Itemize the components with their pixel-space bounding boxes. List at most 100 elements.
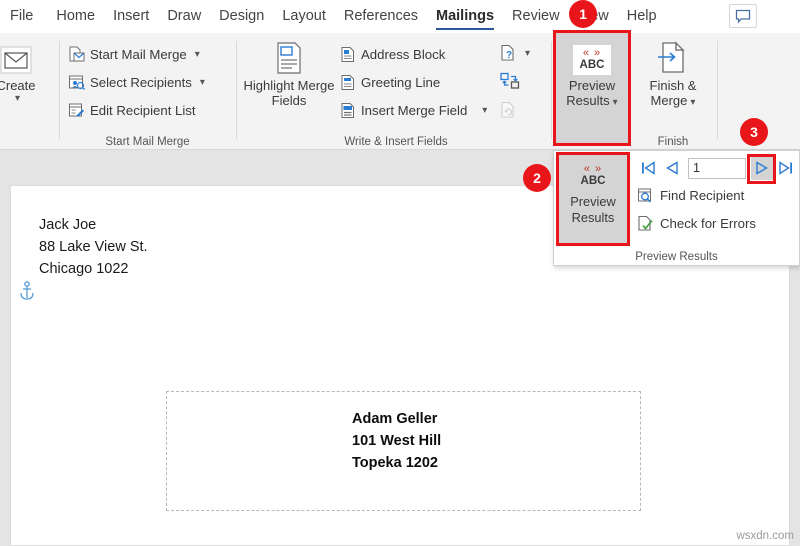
callout-badge-3-label: 3: [750, 124, 758, 140]
tab-draw[interactable]: Draw: [158, 0, 210, 33]
create-button[interactable]: Create ▾: [0, 39, 52, 104]
finish-and-merge-label: Finish & Merge ▾: [649, 78, 697, 108]
ribbon-group-write-insert-fields: Highlight Merge Fields Address Block Gre…: [237, 33, 555, 150]
preview-results-ribbon-button[interactable]: « » ABC Preview Results ▾: [556, 33, 628, 143]
tab-design-label: Design: [219, 8, 265, 24]
tab-home[interactable]: Home: [47, 0, 104, 33]
panel-preview-results-label: Preview Results: [570, 194, 616, 225]
start-mail-merge-group-label: Start Mail Merge: [105, 136, 190, 148]
tab-mailings[interactable]: Mailings: [427, 0, 503, 33]
check-for-errors-icon: [638, 215, 653, 231]
comment-icon: [735, 9, 751, 24]
highlight-merge-fields-button[interactable]: Highlight Merge Fields: [243, 39, 335, 108]
greeting-line-label: Greeting Line: [361, 74, 441, 90]
recipient-address-line2: 101 West Hill: [352, 433, 442, 449]
recipient-address-line3: Topeka 1202: [352, 455, 438, 471]
abc-preview-icon: « » ABC: [573, 45, 611, 75]
finish-and-merge-button[interactable]: Finish & Merge ▾: [637, 39, 709, 110]
return-address-line3: Chicago 1022: [39, 261, 129, 277]
tab-help-label: Help: [626, 8, 657, 24]
first-record-button[interactable]: [637, 156, 659, 180]
ribbon-group-finish: Finish & Merge ▾ Finish: [632, 33, 714, 150]
insert-merge-field-chevron-down-icon[interactable]: ▾: [482, 105, 487, 116]
tab-file[interactable]: File: [0, 0, 47, 33]
tab-layout-label: Layout: [282, 8, 326, 24]
address-block-label: Address Block: [361, 46, 446, 62]
return-address: Jack Joe 88 Lake View St. Chicago 1022: [39, 214, 148, 280]
group-divider: [551, 41, 552, 139]
last-record-button[interactable]: [775, 156, 797, 180]
finish-and-merge-icon: [656, 39, 690, 75]
start-mail-merge-icon: [69, 46, 85, 61]
previous-record-icon: [666, 161, 678, 175]
last-record-icon: [779, 161, 792, 175]
tab-insert-label: Insert: [113, 8, 150, 24]
panel-preview-results-button[interactable]: « » ABC Preview Results: [559, 155, 627, 243]
start-mail-merge-chevron-down-icon[interactable]: ▾: [195, 49, 200, 60]
greeting-line-button[interactable]: Greeting Line: [340, 71, 440, 93]
address-block-icon: [341, 46, 354, 62]
panel-abc-arrows: « »: [583, 163, 603, 176]
tab-insert[interactable]: Insert: [104, 0, 158, 33]
rules-button[interactable]: ? ▾: [500, 42, 530, 64]
callout-badge-2-label: 2: [533, 170, 541, 186]
check-for-errors-button[interactable]: Check for Errors: [637, 215, 756, 232]
tab-layout[interactable]: Layout: [273, 0, 335, 33]
record-number-input[interactable]: 1: [688, 157, 746, 179]
create-chevron-down-icon[interactable]: ▾: [15, 93, 20, 104]
match-fields-button[interactable]: [500, 70, 520, 92]
find-recipient-button[interactable]: Find Recipient: [637, 187, 744, 204]
start-mail-merge-button[interactable]: Start Mail Merge ▾: [68, 43, 200, 65]
callout-badge-1: 1: [569, 0, 597, 28]
address-block-button[interactable]: Address Block: [340, 43, 445, 65]
next-record-icon: [756, 161, 768, 175]
first-record-icon: [642, 161, 655, 175]
ribbon-tab-bar: File Home Insert Draw Design Layout Refe…: [0, 0, 800, 33]
highlight-merge-fields-icon: [273, 39, 305, 75]
word-window: File Home Insert Draw Design Layout Refe…: [0, 0, 800, 546]
tab-design[interactable]: Design: [210, 0, 273, 33]
update-labels-icon: [501, 101, 514, 118]
return-address-line2: 88 Lake View St.: [39, 239, 148, 255]
tab-home-label: Home: [56, 8, 96, 24]
previous-record-button[interactable]: [661, 156, 683, 180]
insert-merge-field-button[interactable]: Insert Merge Field ▾: [340, 99, 487, 121]
select-recipients-label: Select Recipients: [90, 74, 192, 90]
update-labels-button: [500, 99, 517, 121]
recipient-address-box[interactable]: Adam Geller 101 West Hill Topeka 1202: [166, 391, 641, 511]
ribbon-group-start-mail-merge: Start Mail Merge ▾ Select Recipients ▾ E…: [60, 33, 235, 150]
select-recipients-chevron-down-icon[interactable]: ▾: [200, 77, 205, 88]
abc-preview-text: ABC: [579, 59, 605, 72]
tab-review[interactable]: Review: [503, 0, 569, 33]
create-button-label: Create: [0, 78, 36, 93]
tab-review-label: Review: [512, 8, 560, 24]
anchor-icon: [19, 281, 35, 306]
envelope-icon: [0, 39, 33, 75]
preview-results-chevron-down-icon[interactable]: ▾: [613, 97, 618, 108]
select-recipients-button[interactable]: Select Recipients ▾: [68, 71, 205, 93]
match-fields-icon: [500, 72, 520, 89]
write-insert-fields-group-label: Write & Insert Fields: [344, 136, 448, 148]
callout-badge-3: 3: [740, 118, 768, 146]
tab-references-label: References: [343, 8, 419, 24]
comments-button[interactable]: [729, 4, 757, 28]
tab-references[interactable]: References: [335, 0, 427, 33]
preview-results-ribbon-label: Preview Results ▾: [566, 78, 618, 108]
tab-help[interactable]: Help: [618, 0, 666, 33]
watermark: wsxdn.com: [736, 530, 794, 542]
finish-group-label: Finish: [657, 136, 689, 148]
rules-icon: ?: [501, 44, 514, 61]
group-divider: [717, 41, 718, 139]
highlight-merge-fields-label: Highlight Merge Fields: [243, 78, 335, 108]
find-recipient-label: Find Recipient: [660, 188, 745, 203]
finish-and-merge-chevron-down-icon[interactable]: ▾: [690, 97, 695, 108]
callout-badge-2: 2: [523, 164, 551, 192]
tab-draw-label: Draw: [167, 8, 202, 24]
find-recipient-icon: [638, 188, 652, 203]
panel-title: Preview Results: [635, 251, 718, 263]
rules-chevron-down-icon[interactable]: ▾: [525, 48, 530, 59]
callout-badge-1-label: 1: [579, 6, 587, 22]
greeting-line-icon: [341, 74, 354, 90]
edit-recipient-list-button[interactable]: Edit Recipient List: [68, 99, 196, 121]
next-record-button[interactable]: [751, 156, 773, 180]
